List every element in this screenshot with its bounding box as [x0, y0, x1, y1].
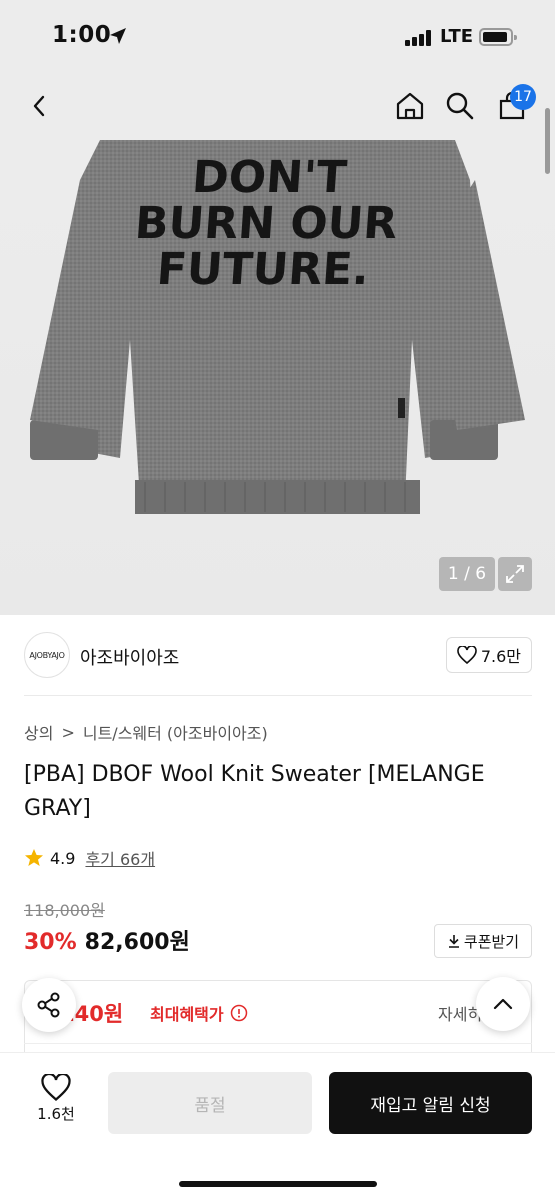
divider: [24, 695, 532, 696]
cart-count-badge: 17: [510, 84, 536, 110]
brand-logo[interactable]: AJOBYAJO: [24, 632, 70, 678]
home-icon: [396, 92, 424, 120]
coupon-button[interactable]: 쿠폰받기: [434, 924, 532, 958]
brand-like-button[interactable]: 7.6만: [445, 637, 532, 673]
heart-icon: [41, 1074, 71, 1101]
page-scrollbar[interactable]: [545, 108, 550, 174]
restock-alert-button[interactable]: 재입고 알림 신청: [329, 1072, 532, 1134]
breadcrumb: 상의 > 니트/스웨터 (아조바이아조): [24, 720, 268, 744]
wishlist-button[interactable]: 1.6천: [24, 1074, 88, 1132]
chevron-up-icon: [493, 998, 513, 1010]
status-time: 1:00: [52, 22, 112, 48]
share-icon: [37, 992, 60, 1018]
divider: [24, 1043, 532, 1044]
sweater-image: DON'T BURN OUR FUTURE.: [30, 140, 525, 514]
network-label: LTE: [440, 26, 474, 47]
info-icon[interactable]: [230, 1004, 248, 1022]
expand-icon: [506, 565, 524, 583]
status-bar: 1:00 LTE: [0, 0, 555, 76]
product-image-gallery[interactable]: DON'T BURN OUR FUTURE.: [0, 140, 555, 615]
coupon-label: 쿠폰받기: [463, 932, 520, 951]
star-icon: [25, 849, 43, 866]
discount-rate: 30%: [24, 930, 77, 955]
heart-icon: [457, 646, 477, 664]
top-navigation: [0, 76, 555, 140]
rating-value: 4.9: [50, 848, 76, 868]
wishlist-count: 1.6천: [37, 1105, 75, 1123]
share-button[interactable]: [22, 978, 76, 1032]
original-price: 118,000원: [24, 901, 105, 920]
home-indicator: [179, 1181, 377, 1187]
location-arrow-icon: [110, 28, 126, 44]
reviews-link[interactable]: 후기 66개: [85, 846, 155, 870]
sale-price: 82,600원: [84, 930, 190, 955]
scroll-top-button[interactable]: [476, 977, 530, 1031]
brand-name[interactable]: 아조바이아조: [80, 644, 179, 670]
breadcrumb-subcategory[interactable]: 니트/스웨터 (아조바이아조): [83, 720, 268, 744]
brand-row: AJOBYAJO 아조바이아조 7.6만: [24, 632, 532, 680]
search-button[interactable]: [438, 84, 482, 128]
breadcrumb-category[interactable]: 상의: [24, 720, 53, 744]
breadcrumb-separator: >: [61, 722, 75, 742]
expand-image-button[interactable]: [498, 557, 532, 591]
price-row: 30% 82,600원: [24, 924, 190, 956]
sweater-text-line-3: FUTURE.: [155, 244, 371, 295]
rating-row: 4.9 후기 66개: [24, 846, 155, 870]
download-icon: [448, 935, 459, 948]
benefit-label: 최대혜택가: [150, 1001, 248, 1025]
sweater-text-line-1: DON'T: [190, 152, 348, 203]
max-benefit-label: 최대혜택가: [150, 1005, 224, 1024]
home-button[interactable]: [388, 84, 432, 128]
image-counter: 1 / 6: [439, 557, 495, 591]
battery-icon: [479, 28, 517, 46]
back-button[interactable]: [18, 84, 62, 128]
sweater-text-line-2: BURN OUR: [133, 198, 399, 249]
soldout-button: 품절: [108, 1072, 312, 1134]
product-title: [PBA] DBOF Wool Knit Sweater [MELANGE GR…: [24, 762, 485, 821]
signal-icon: [405, 30, 435, 46]
back-icon: [33, 95, 45, 117]
brand-like-count: 7.6만: [480, 647, 521, 666]
search-icon: [446, 92, 474, 120]
